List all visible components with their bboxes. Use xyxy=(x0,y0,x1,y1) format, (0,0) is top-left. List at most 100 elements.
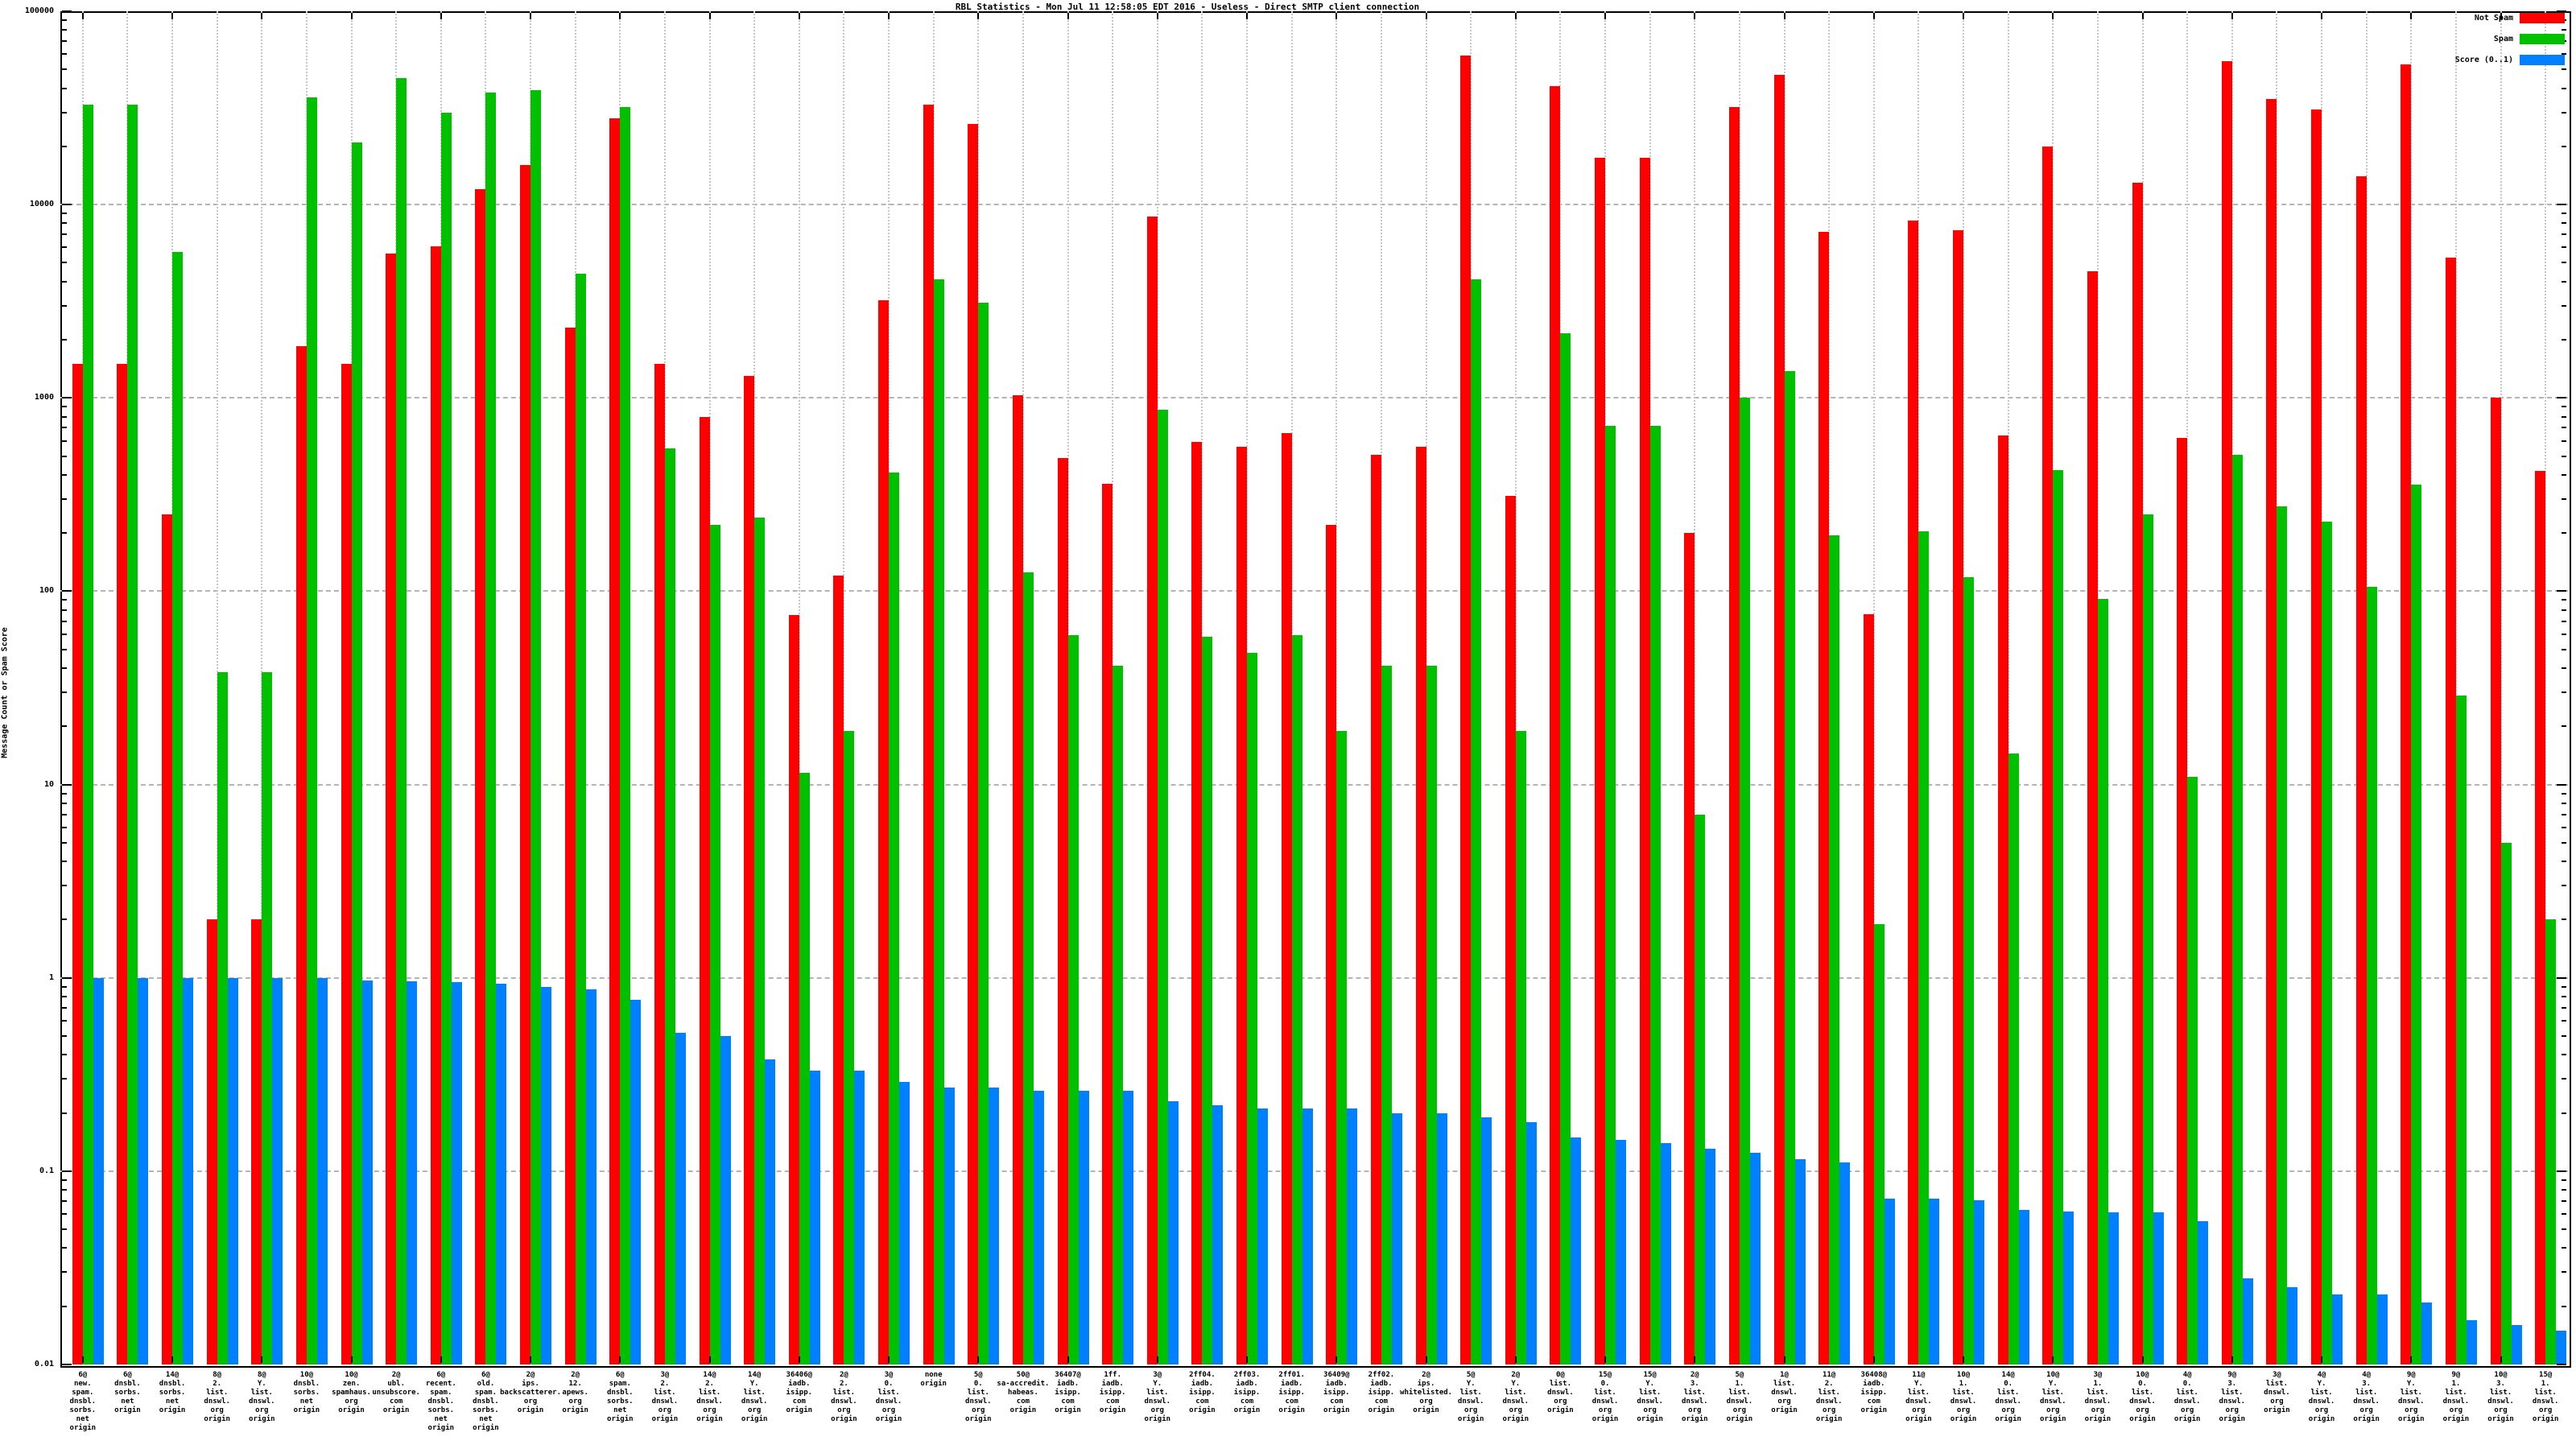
bar-spam xyxy=(889,473,900,1364)
x-tick-top xyxy=(350,13,353,19)
bar-score-0-1- xyxy=(2198,1221,2209,1364)
y-major-tick xyxy=(62,590,72,592)
bar-score-0-1- xyxy=(765,1059,776,1364)
y-minor-tick xyxy=(2562,861,2566,863)
x-tick-top xyxy=(81,13,84,19)
bar-not-spam xyxy=(2132,182,2143,1364)
y-minor-tick xyxy=(2562,473,2566,476)
bar-score-0-1- xyxy=(1033,1091,1044,1364)
y-minor-tick xyxy=(2562,440,2566,442)
bar-score-0-1- xyxy=(1078,1091,1089,1364)
bar-score-0-1- xyxy=(1749,1152,1761,1364)
y-major-tick xyxy=(2557,397,2566,399)
y-minor-tick xyxy=(2562,841,2566,844)
bar-score-0-1- xyxy=(1525,1121,1537,1364)
bar-not-spam xyxy=(788,615,799,1364)
bar-not-spam xyxy=(1415,446,1426,1364)
x-tick-top xyxy=(888,13,890,19)
y-minor-tick xyxy=(2562,233,2566,236)
y-minor-tick xyxy=(2562,599,2566,601)
y-minor-tick xyxy=(2562,1078,2566,1080)
bar-spam xyxy=(2187,776,2198,1364)
bar-not-spam xyxy=(609,118,621,1364)
x-tick-bottom xyxy=(1604,1356,1607,1363)
y-minor-tick xyxy=(62,29,67,31)
x-tick-bottom xyxy=(350,1356,353,1363)
x-tick-top xyxy=(440,13,442,19)
bar-spam xyxy=(1784,371,1795,1364)
bar-score-0-1- xyxy=(899,1081,910,1364)
x-tick-bottom xyxy=(708,1356,711,1363)
x-tick-bottom xyxy=(798,1356,800,1363)
y-minor-tick xyxy=(62,691,67,693)
y-minor-tick xyxy=(62,1271,67,1274)
bar-score-0-1- xyxy=(2332,1294,2343,1364)
x-tick-top xyxy=(1156,13,1158,19)
bar-spam xyxy=(2322,521,2333,1364)
y-tick-label: 100000 xyxy=(24,6,54,15)
bar-spam xyxy=(1202,637,1213,1364)
y-minor-tick xyxy=(62,1200,67,1203)
y-minor-tick xyxy=(2562,213,2566,215)
y-minor-tick xyxy=(62,792,67,795)
y-minor-tick xyxy=(2562,691,2566,693)
bar-not-spam xyxy=(341,363,352,1364)
bar-spam xyxy=(1873,923,1885,1364)
y-minor-tick xyxy=(2562,1179,2566,1181)
bar-score-0-1- xyxy=(2242,1278,2253,1364)
bar-not-spam xyxy=(744,375,755,1364)
y-major-tick xyxy=(2557,10,2566,12)
x-tick-top xyxy=(1783,13,1785,19)
bar-spam xyxy=(2142,514,2153,1364)
y-minor-tick xyxy=(62,406,67,408)
bar-spam xyxy=(799,772,810,1364)
bar-score-0-1- xyxy=(1974,1199,1985,1364)
x-tick-top xyxy=(1604,13,1607,19)
bar-score-0-1- xyxy=(2376,1294,2388,1364)
bar-not-spam xyxy=(1460,56,1472,1364)
y-minor-tick xyxy=(62,532,67,535)
y-major-tick xyxy=(2557,1170,2566,1172)
bar-not-spam xyxy=(117,363,128,1364)
bar-not-spam xyxy=(1281,432,1292,1364)
bar-spam xyxy=(620,106,631,1364)
y-minor-tick xyxy=(62,87,67,89)
y-minor-tick xyxy=(2562,633,2566,635)
bar-spam xyxy=(2097,599,2108,1364)
bar-score-0-1- xyxy=(451,982,462,1364)
x-tick-bottom xyxy=(977,1356,980,1363)
bar-not-spam xyxy=(72,363,83,1364)
y-minor-tick xyxy=(2562,667,2566,669)
y-minor-tick xyxy=(62,633,67,635)
bar-not-spam xyxy=(564,328,576,1364)
bar-not-spam xyxy=(1595,157,1606,1364)
bar-spam xyxy=(2411,485,2422,1364)
bar-spam xyxy=(1471,279,1482,1364)
y-minor-tick xyxy=(62,19,67,21)
bar-not-spam xyxy=(1908,220,1919,1364)
bar-spam xyxy=(1649,425,1661,1364)
y-minor-tick xyxy=(2562,1200,2566,1203)
bar-spam xyxy=(262,672,273,1364)
x-tick-top xyxy=(1335,13,1338,19)
bar-score-0-1- xyxy=(316,977,328,1364)
x-tick-top xyxy=(1067,13,1069,19)
bar-score-0-1- xyxy=(2287,1287,2298,1364)
y-minor-tick xyxy=(62,427,67,429)
y-minor-tick xyxy=(2562,885,2566,887)
y-minor-tick xyxy=(2562,995,2566,997)
x-tick-bottom xyxy=(888,1356,890,1363)
bar-score-0-1- xyxy=(1257,1108,1269,1364)
bar-score-0-1- xyxy=(809,1071,820,1364)
y-minor-tick xyxy=(2562,1228,2566,1231)
bar-not-spam xyxy=(1191,442,1203,1364)
bar-score-0-1- xyxy=(496,984,507,1364)
x-tick-top xyxy=(530,13,532,19)
x-tick-bottom xyxy=(1514,1356,1517,1363)
bar-not-spam xyxy=(878,299,890,1364)
bar-spam xyxy=(172,251,184,1364)
y-minor-tick xyxy=(2562,1213,2566,1216)
legend-row: Not Spam xyxy=(2455,13,2565,23)
y-minor-tick xyxy=(62,1213,67,1216)
bar-spam xyxy=(1963,577,1975,1364)
